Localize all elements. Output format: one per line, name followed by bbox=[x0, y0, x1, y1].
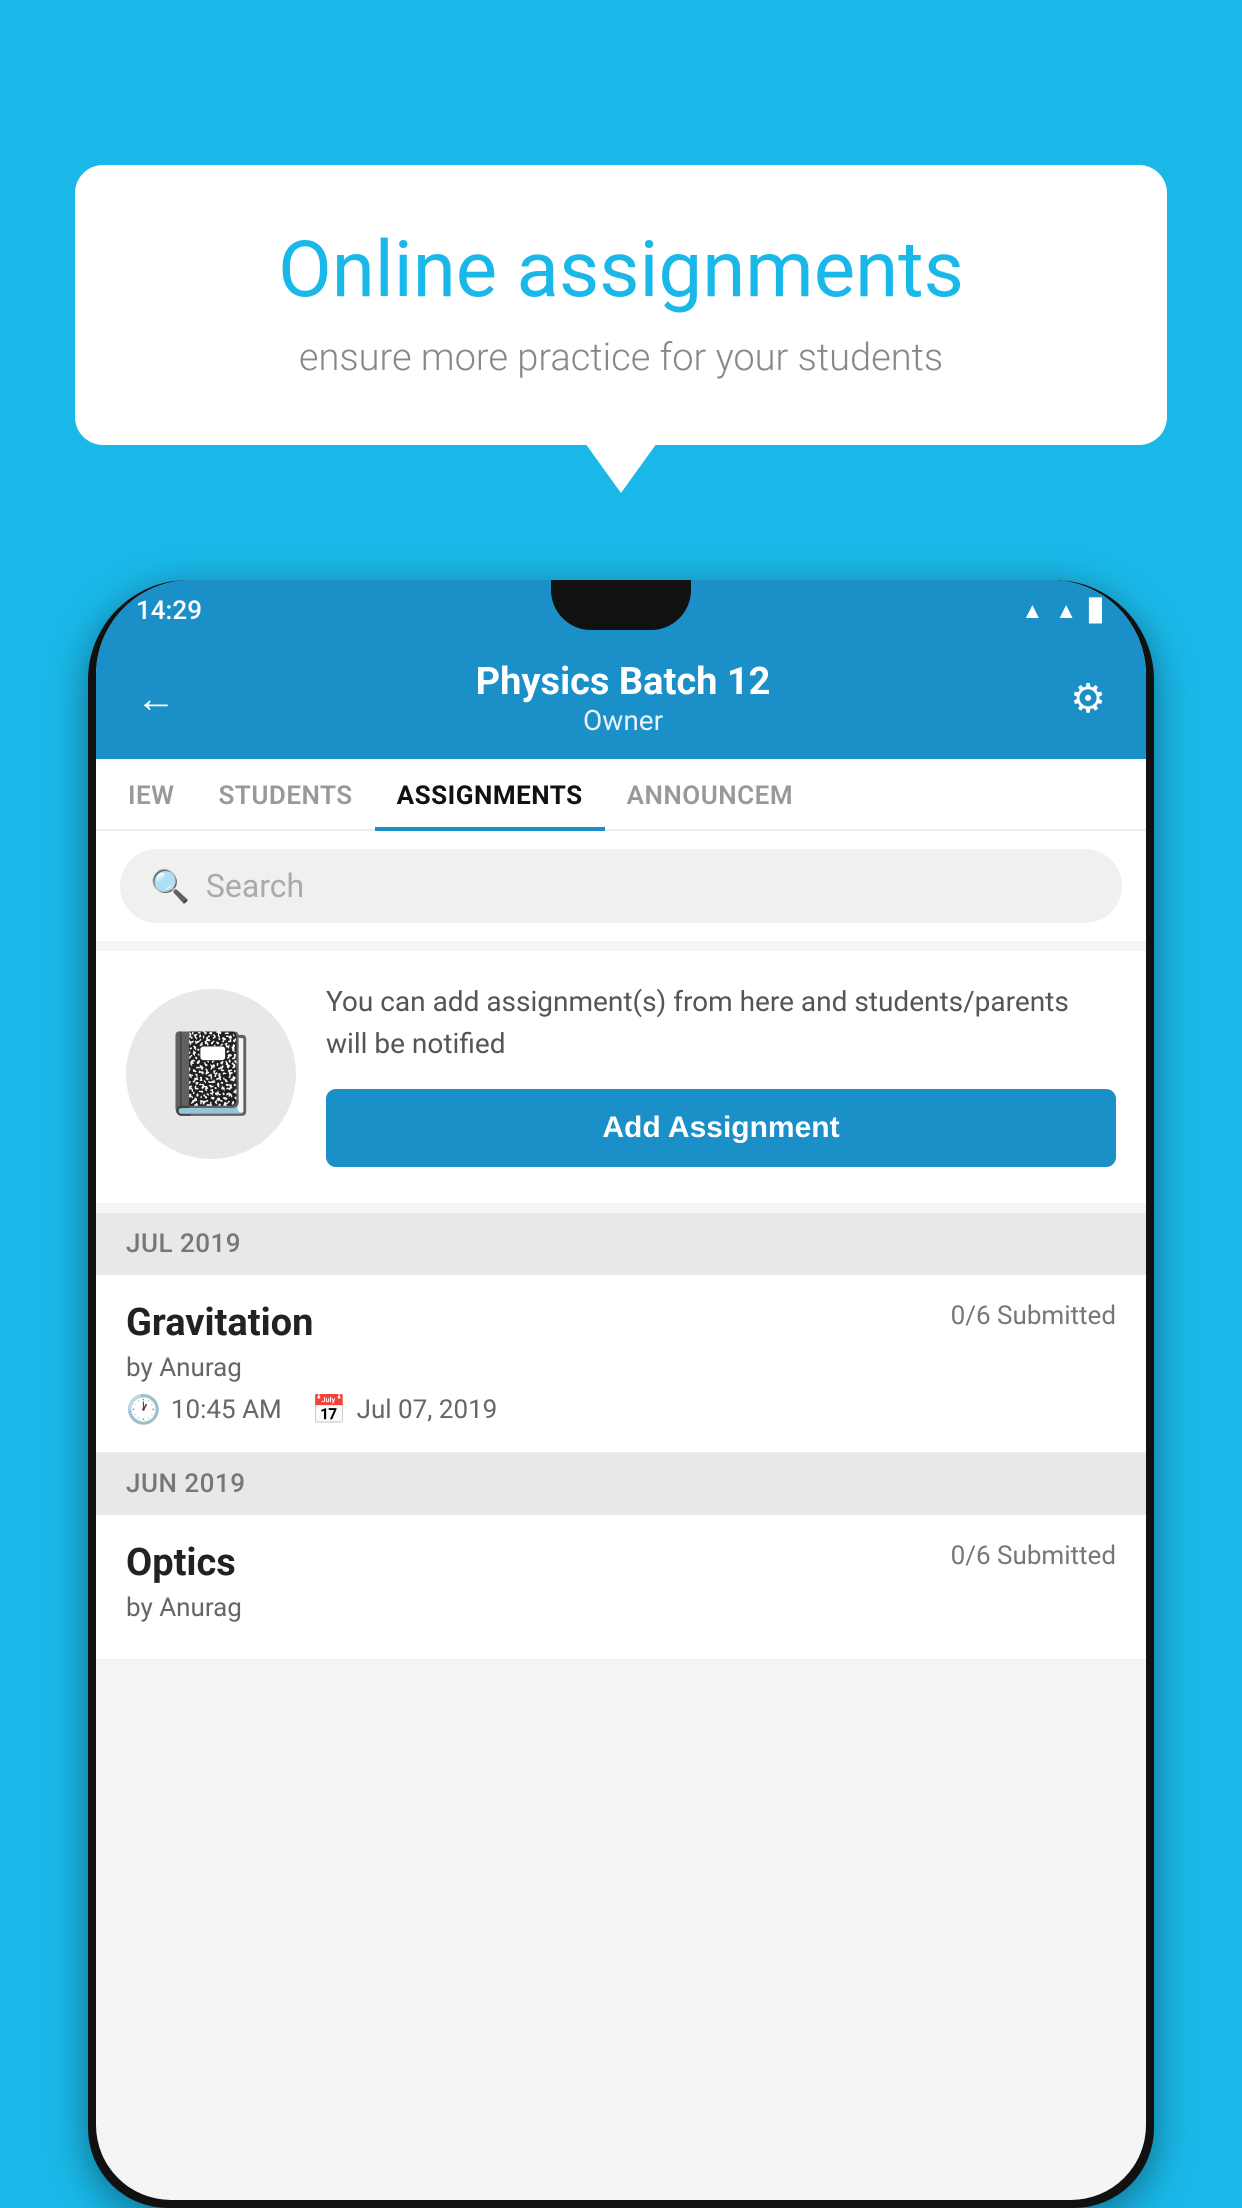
assignment-date: 📅 Jul 07, 2019 bbox=[312, 1393, 498, 1426]
phone-screen: 14:29 ▲ ▲ ▊ ← Physics Batch 12 Owner ⚙ I… bbox=[96, 580, 1146, 2200]
tab-assignments[interactable]: ASSIGNMENTS bbox=[375, 759, 605, 829]
assignment-time-value: 10:45 AM bbox=[171, 1395, 282, 1425]
bubble-title: Online assignments bbox=[145, 225, 1097, 316]
assignment-time: 🕐 10:45 AM bbox=[126, 1393, 282, 1426]
assignment-meta: 🕐 10:45 AM 📅 Jul 07, 2019 bbox=[126, 1393, 1116, 1426]
notch bbox=[551, 580, 691, 630]
assignment-date-value: Jul 07, 2019 bbox=[357, 1395, 498, 1425]
bubble-subtitle: ensure more practice for your students bbox=[145, 336, 1097, 380]
status-time: 14:29 bbox=[136, 596, 202, 626]
back-button[interactable]: ← bbox=[136, 675, 176, 722]
search-placeholder: Search bbox=[206, 867, 304, 905]
assignment-by-optics: by Anurag bbox=[126, 1593, 1116, 1623]
assignment-submitted: 0/6 Submitted bbox=[951, 1301, 1116, 1331]
assignment-by: by Anurag bbox=[126, 1353, 1116, 1383]
notebook-icon: 📓 bbox=[161, 1027, 261, 1121]
tab-students[interactable]: STUDENTS bbox=[196, 759, 374, 829]
assignment-top: Gravitation 0/6 Submitted bbox=[126, 1301, 1116, 1345]
search-container: 🔍 Search bbox=[96, 831, 1146, 941]
add-assignment-button[interactable]: Add Assignment bbox=[326, 1089, 1116, 1167]
speech-bubble: Online assignments ensure more practice … bbox=[75, 165, 1167, 445]
clock-icon: 🕐 bbox=[126, 1393, 161, 1426]
month-label-jun: JUN 2019 bbox=[126, 1469, 245, 1499]
tab-bar: IEW STUDENTS ASSIGNMENTS ANNOUNCEM bbox=[96, 759, 1146, 831]
tab-iew[interactable]: IEW bbox=[106, 759, 196, 829]
wifi-icon: ▲ bbox=[1022, 598, 1044, 624]
tab-announcements[interactable]: ANNOUNCEM bbox=[605, 759, 815, 829]
signal-icon: ▲ bbox=[1055, 598, 1077, 624]
settings-icon[interactable]: ⚙ bbox=[1070, 675, 1106, 722]
assignment-name: Gravitation bbox=[126, 1301, 313, 1345]
notebook-icon-circle: 📓 bbox=[126, 989, 296, 1159]
add-section-description: You can add assignment(s) from here and … bbox=[326, 981, 1116, 1065]
assignment-submitted-optics: 0/6 Submitted bbox=[951, 1541, 1116, 1571]
battery-icon: ▊ bbox=[1089, 599, 1106, 624]
app-header: ← Physics Batch 12 Owner ⚙ bbox=[96, 642, 1146, 759]
assignment-item-optics[interactable]: Optics 0/6 Submitted by Anurag bbox=[96, 1515, 1146, 1660]
calendar-icon: 📅 bbox=[312, 1393, 347, 1426]
assignment-item-gravitation[interactable]: Gravitation 0/6 Submitted by Anurag 🕐 10… bbox=[96, 1275, 1146, 1453]
assignment-name-optics: Optics bbox=[126, 1541, 236, 1585]
month-separator-jun: JUN 2019 bbox=[96, 1453, 1146, 1515]
header-title: Physics Batch 12 bbox=[476, 660, 771, 704]
search-bar[interactable]: 🔍 Search bbox=[120, 849, 1122, 923]
header-subtitle: Owner bbox=[476, 704, 771, 737]
add-assignment-section: 📓 You can add assignment(s) from here an… bbox=[96, 951, 1146, 1203]
phone-frame: 14:29 ▲ ▲ ▊ ← Physics Batch 12 Owner ⚙ I… bbox=[88, 580, 1154, 2208]
status-bar: 14:29 ▲ ▲ ▊ bbox=[96, 580, 1146, 642]
month-separator-jul: JUL 2019 bbox=[96, 1213, 1146, 1275]
search-icon: 🔍 bbox=[150, 867, 190, 905]
status-icons: ▲ ▲ ▊ bbox=[1022, 598, 1106, 624]
assignment-top-optics: Optics 0/6 Submitted bbox=[126, 1541, 1116, 1585]
header-center: Physics Batch 12 Owner bbox=[476, 660, 771, 737]
add-section-right: You can add assignment(s) from here and … bbox=[326, 981, 1116, 1167]
month-label-jul: JUL 2019 bbox=[126, 1229, 241, 1259]
